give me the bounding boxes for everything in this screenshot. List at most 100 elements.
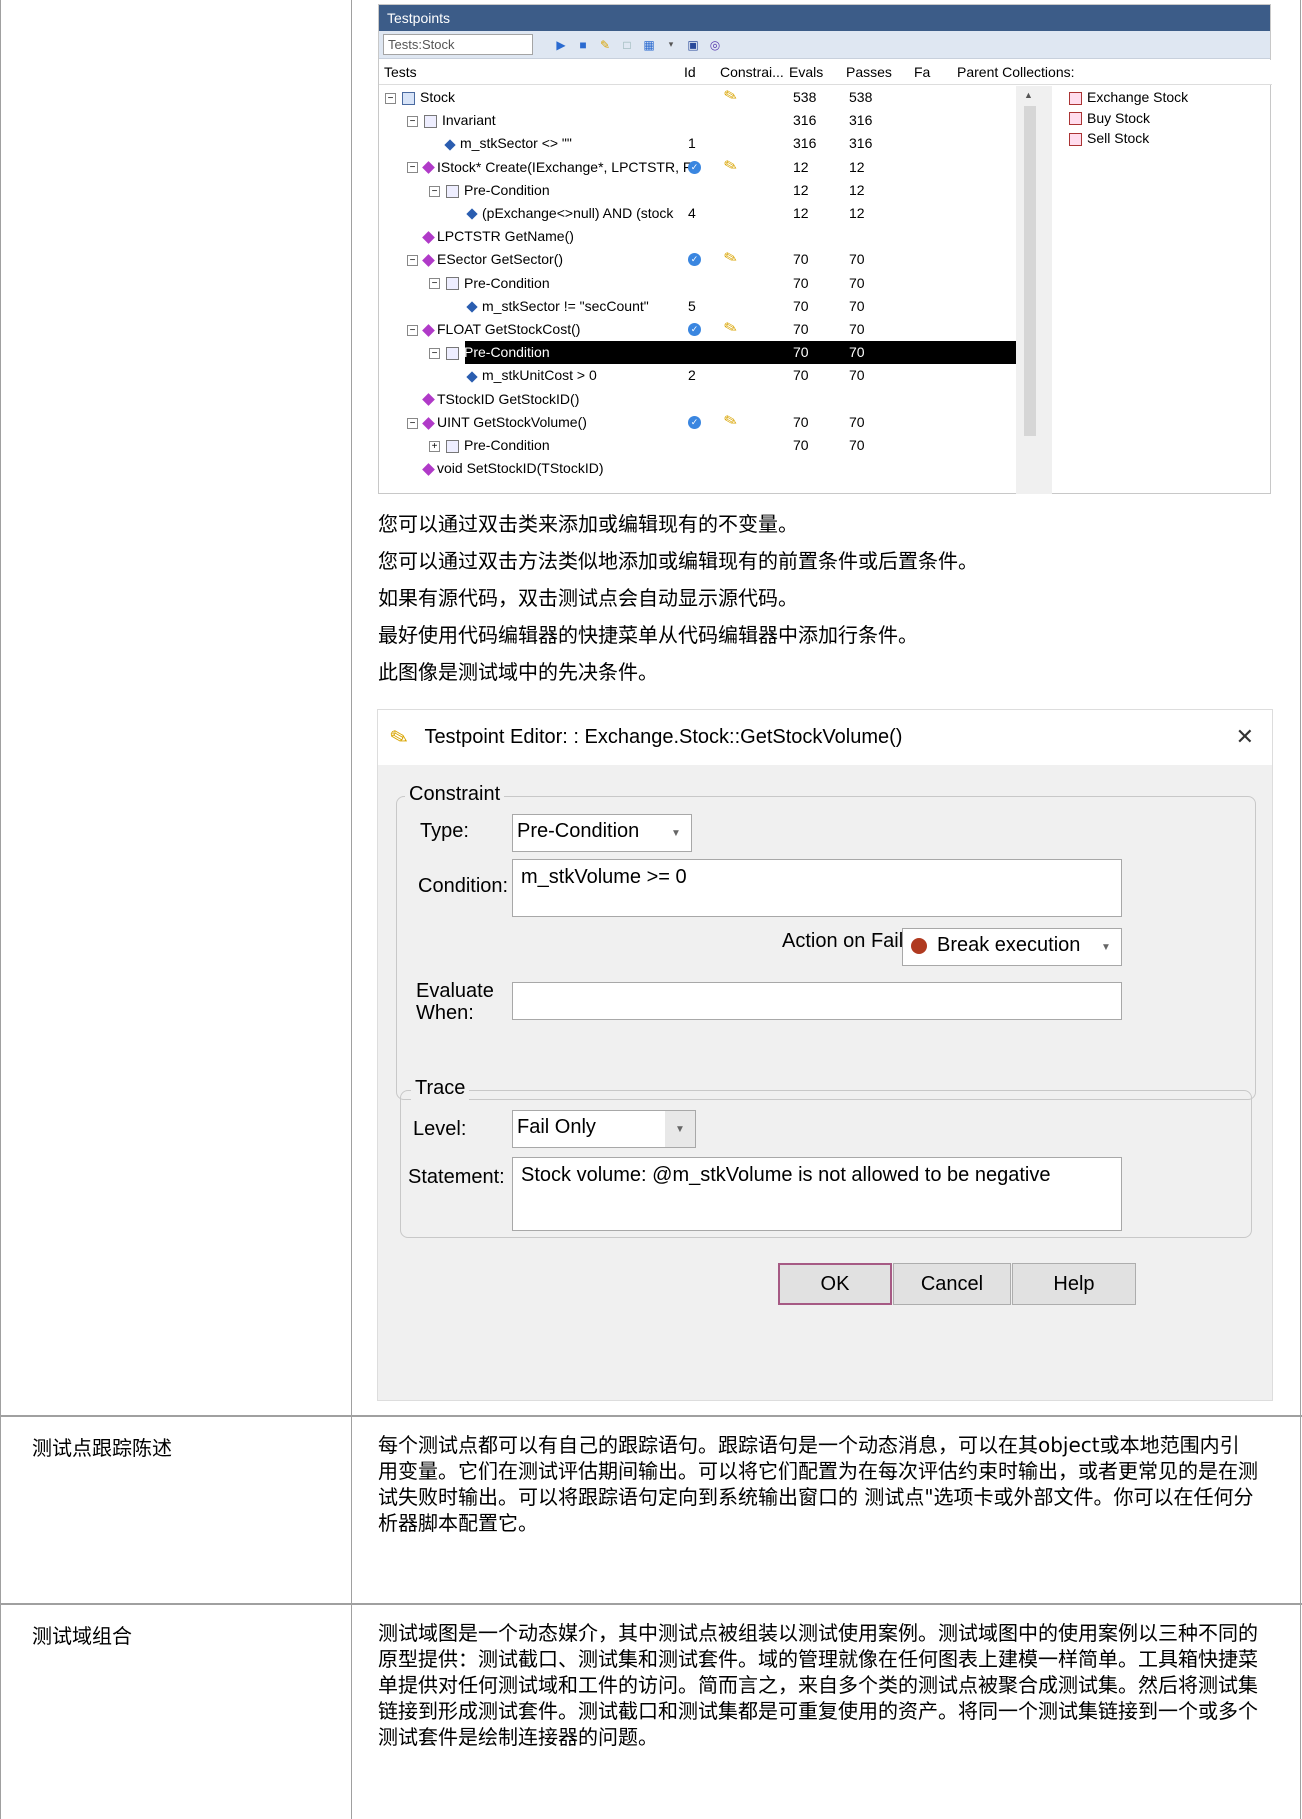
testpoints-title: Testpoints	[379, 5, 1270, 31]
parent-collection-item[interactable]: Sell Stock	[1069, 130, 1149, 146]
test-evals: 70	[793, 321, 809, 337]
testpoints-panel: Testpoints Tests:Stock ▶ ■ ✎ □ ▦ ▾ ▣ ◎ T…	[378, 4, 1272, 494]
test-row[interactable]: m_stkUnitCost > 0 2 70 70	[379, 364, 1016, 387]
test-evals: 70	[793, 437, 809, 453]
row-label-domain: 测试域组合	[32, 1624, 132, 1648]
dialog-title: Testpoint Editor: : Exchange.Stock::GetS…	[424, 726, 903, 748]
stop-icon[interactable]: ■	[575, 37, 591, 53]
test-row[interactable]: LPCTSTR GetName()	[379, 225, 1016, 248]
test-evals: 538	[793, 89, 817, 105]
test-row[interactable]: m_stkSector != "secCount" 5 70 70	[379, 295, 1016, 318]
condition-field[interactable]: m_stkVolume >= 0	[512, 859, 1122, 917]
expand-icon[interactable]: −	[407, 324, 418, 336]
parent-collection-item[interactable]: Exchange Stock	[1069, 89, 1188, 105]
method-icon	[422, 323, 435, 337]
test-id: 2	[688, 367, 696, 384]
test-row[interactable]: + Pre-Condition 70 70	[379, 434, 1016, 457]
level-select[interactable]: Fail Only ▼	[512, 1110, 696, 1148]
condition-label: Condition:	[418, 875, 509, 897]
expand-icon[interactable]: −	[429, 278, 440, 290]
cancel-button[interactable]: Cancel	[893, 1263, 1011, 1305]
expand-icon[interactable]: −	[429, 185, 440, 197]
test-row[interactable]: − Pre-Condition 12 12	[379, 179, 1016, 202]
test-row-text: TStockID GetStockID()	[437, 390, 580, 407]
test-row-text: IStock* Create(IExchange*, LPCTSTR, F	[437, 158, 692, 175]
constraint-icon	[466, 371, 478, 383]
para-invariant: 您可以通过双击类来添加或编辑现有的不变量。	[378, 512, 798, 536]
check-icon: ✓	[688, 415, 701, 429]
run-icon[interactable]: ▶	[553, 37, 569, 53]
test-row-text: m_stkSector != "secCount"	[482, 297, 649, 314]
method-icon	[422, 231, 435, 244]
ok-button[interactable]: OK	[778, 1263, 892, 1305]
condition-icon	[446, 439, 459, 453]
test-row[interactable]: − UINT GetStockVolume() ✓ ✎ 70 70	[379, 411, 1016, 434]
test-row[interactable]: − Pre-Condition 70 70	[379, 272, 1016, 295]
test-passes: 70	[849, 251, 865, 268]
condition-icon	[446, 346, 459, 360]
col-passes[interactable]: Passes	[846, 64, 892, 80]
test-row[interactable]: void SetStockID(TStockID)	[379, 457, 1016, 480]
statement-label: Statement:	[408, 1166, 505, 1188]
tests-combo[interactable]: Tests:Stock	[383, 34, 533, 55]
test-passes: 70	[849, 413, 865, 430]
col-tests[interactable]: Tests	[384, 64, 417, 80]
pencil-icon[interactable]: ✎	[597, 37, 613, 53]
constraint-group-label: Constraint	[405, 783, 505, 806]
row-text-trace: 每个测试点都可以有自己的跟踪语句。跟踪语句是一个动态消息，可以在其object或…	[378, 1433, 1258, 1535]
statement-field[interactable]: Stock volume: @m_stkVolume is not allowe…	[512, 1157, 1122, 1231]
tree-scrollbar[interactable]: ▲	[1016, 86, 1052, 494]
expand-icon[interactable]: −	[429, 347, 440, 359]
para-image: 此图像是测试域中的先决条件。	[378, 660, 658, 684]
row-label-trace: 测试点跟踪陈述	[32, 1436, 172, 1460]
test-row[interactable]: m_stkSector <> "" 1 316 316	[379, 132, 1016, 155]
test-row-text: m_stkSector <> ""	[460, 135, 572, 152]
testpoint-editor-dialog: ✎ Testpoint Editor: : Exchange.Stock::Ge…	[377, 709, 1273, 1401]
expand-icon[interactable]: −	[407, 162, 418, 174]
expand-icon[interactable]: −	[407, 417, 418, 429]
testpoints-toolbar: Tests:Stock ▶ ■ ✎ □ ▦ ▾ ▣ ◎	[379, 31, 1270, 59]
expand-icon[interactable]: −	[407, 115, 418, 127]
test-evals: 70	[793, 367, 809, 384]
condition-icon	[446, 184, 459, 198]
action-on-fail-select[interactable]: Break execution ▼	[902, 928, 1122, 966]
evaluate-when-field[interactable]	[512, 982, 1122, 1020]
test-row[interactable]: TStockID GetStockID()	[379, 388, 1016, 411]
type-select[interactable]: Pre-Condition ▼	[512, 814, 692, 852]
test-row[interactable]: − FLOAT GetStockCost() ✓ ✎ 70 70	[379, 318, 1016, 341]
test-row[interactable]: − IStock* Create(IExchange*, LPCTSTR, F ✓ ✎…	[379, 156, 1016, 179]
col-parent-collections: Parent Collections:	[957, 64, 1075, 80]
test-row[interactable]: − Stock ✎ 538 538	[379, 86, 1016, 109]
col-evals[interactable]: Evals	[789, 64, 823, 80]
chevron-down-icon: ▼	[671, 827, 681, 839]
test-evals: 70	[793, 344, 809, 361]
close-icon[interactable]: ✕	[1236, 724, 1254, 750]
pencil-icon: ✎	[722, 411, 740, 432]
test-row[interactable]: (pExchange<>null) AND (stock 4 12 12	[379, 202, 1016, 225]
col-constraint[interactable]: Constrai...	[720, 64, 784, 80]
test-passes: 12	[849, 158, 865, 175]
test-id: 1	[688, 135, 696, 152]
test-evals: 12	[793, 205, 809, 221]
dialog-titlebar: ✎ Testpoint Editor: : Exchange.Stock::Ge…	[378, 710, 1272, 765]
test-passes: 70	[849, 274, 865, 291]
expand-icon[interactable]: −	[407, 255, 418, 267]
help-button[interactable]: Help	[1012, 1263, 1136, 1305]
test-row[interactable]: − Invariant 316 316	[379, 109, 1016, 132]
square-icon[interactable]: □	[619, 37, 635, 53]
save-icon[interactable]: ▣	[685, 37, 701, 53]
stop-icon	[911, 937, 927, 954]
col-fails[interactable]: Fa	[914, 64, 930, 80]
col-id[interactable]: Id	[684, 64, 696, 80]
test-row[interactable]: − ESector GetSector() ✓ ✎ 70 70	[379, 248, 1016, 271]
test-row-text: FLOAT GetStockCost()	[437, 321, 581, 337]
help-icon[interactable]: ◎	[707, 37, 723, 53]
test-evals: 70	[793, 297, 809, 314]
parent-collection-item[interactable]: Buy Stock	[1069, 110, 1150, 126]
expand-icon[interactable]: −	[385, 92, 396, 104]
test-row-text: LPCTSTR GetName()	[437, 228, 574, 245]
dropdown-icon[interactable]: ▾	[663, 37, 679, 53]
expand-icon[interactable]: +	[429, 440, 440, 452]
test-row[interactable]: − Pre-Condition 70 70	[379, 341, 1016, 365]
grid-icon[interactable]: ▦	[641, 37, 657, 53]
